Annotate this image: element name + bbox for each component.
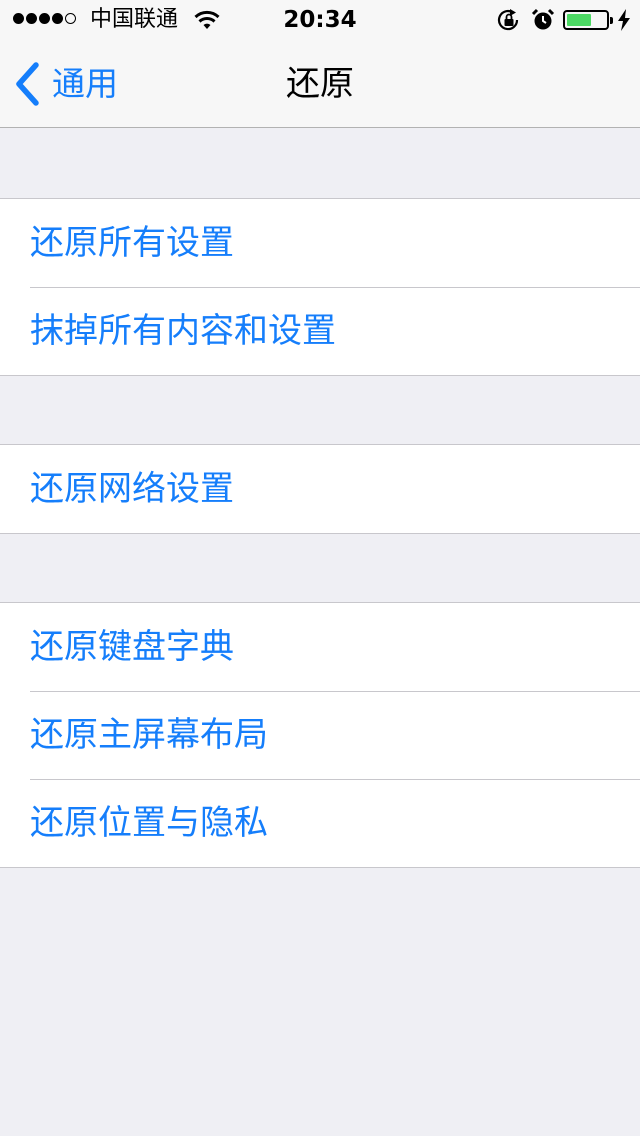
charging-bolt-icon xyxy=(618,9,630,31)
status-bar: 中国联通 20:34 xyxy=(0,0,640,40)
cell-label: 还原键盘字典 xyxy=(30,627,234,667)
cell-label: 还原主屏幕布局 xyxy=(30,715,268,755)
reset-network-settings-cell[interactable]: 还原网络设置 xyxy=(0,445,640,533)
reset-location-privacy-cell[interactable]: 还原位置与隐私 xyxy=(0,779,640,867)
battery-level-fill xyxy=(567,14,591,26)
reset-all-settings-cell[interactable]: 还原所有设置 xyxy=(0,199,640,287)
reset-group-2: 还原网络设置 xyxy=(0,444,640,534)
reset-group-1: 还原所有设置 抹掉所有内容和设置 xyxy=(0,198,640,376)
cell-label: 还原位置与隐私 xyxy=(30,803,268,843)
reset-settings-screen: 中国联通 20:34 通用 还原 还原所有设置 抹掉所有内容和设置 还原网络设置… xyxy=(0,0,640,1136)
reset-home-screen-layout-cell[interactable]: 还原主屏幕布局 xyxy=(0,691,640,779)
rotation-lock-icon xyxy=(497,9,519,31)
reset-keyboard-dictionary-cell[interactable]: 还原键盘字典 xyxy=(0,603,640,691)
erase-all-content-cell[interactable]: 抹掉所有内容和设置 xyxy=(0,287,640,375)
navigation-bar: 通用 还原 xyxy=(0,40,640,128)
page-title: 还原 xyxy=(286,64,354,104)
cell-label: 抹掉所有内容和设置 xyxy=(30,311,336,351)
top-bar: 中国联通 20:34 通用 还原 xyxy=(0,0,640,128)
cell-label: 还原网络设置 xyxy=(30,469,234,509)
reset-group-3: 还原键盘字典 还原主屏幕布局 还原位置与隐私 xyxy=(0,602,640,868)
cell-label: 还原所有设置 xyxy=(30,223,234,263)
alarm-icon xyxy=(531,8,555,30)
battery-icon xyxy=(563,10,613,30)
